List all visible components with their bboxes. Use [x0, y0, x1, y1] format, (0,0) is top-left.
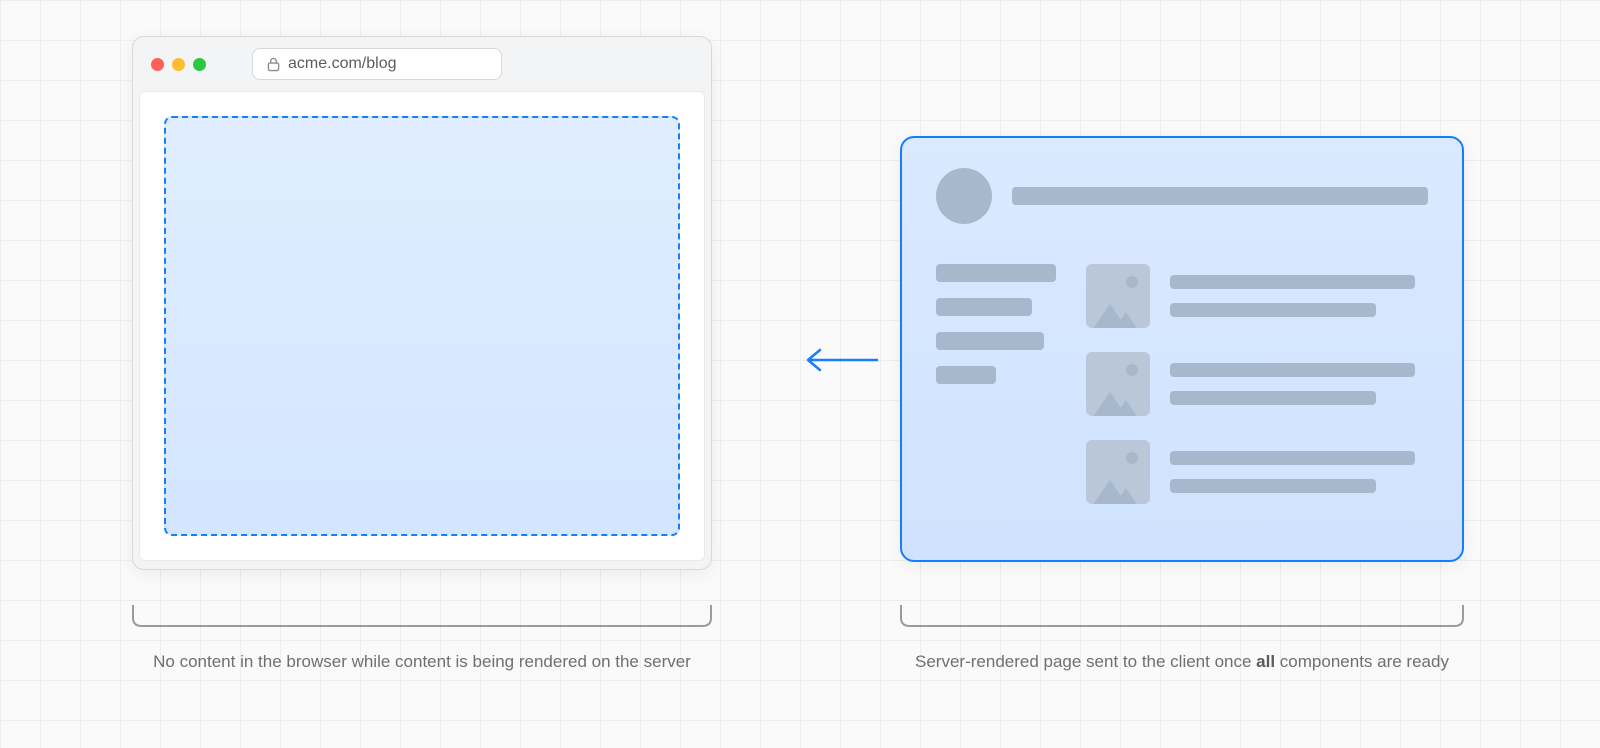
caption-right-bold: all [1256, 652, 1275, 671]
list-item-skeleton [1086, 264, 1428, 328]
sidebar-skeleton [936, 264, 1056, 504]
traffic-light-minimize-icon [172, 58, 185, 71]
bracket-icon [900, 604, 1464, 628]
loading-placeholder [164, 116, 680, 536]
image-skeleton-icon [1086, 352, 1150, 416]
text-line-skeleton [1170, 303, 1376, 317]
title-skeleton [1012, 187, 1428, 205]
address-bar-url: acme.com/blog [288, 55, 397, 73]
browser-window: acme.com/blog [132, 36, 712, 570]
arrow-left-icon [800, 340, 880, 380]
traffic-lights [151, 58, 206, 71]
text-line-skeleton [1170, 363, 1415, 377]
sidebar-line-skeleton [936, 264, 1056, 282]
content-list-skeleton [1086, 264, 1428, 504]
caption-right-post: components are ready [1275, 652, 1449, 671]
caption-right: Server-rendered page sent to the client … [900, 650, 1464, 675]
bracket-icon [132, 604, 712, 628]
browser-viewport [139, 91, 705, 561]
list-item-skeleton [1086, 440, 1428, 504]
caption-left: No content in the browser while content … [132, 650, 712, 675]
caption-left-group: No content in the browser while content … [132, 604, 712, 674]
address-bar: acme.com/blog [252, 48, 502, 80]
caption-right-pre: Server-rendered page sent to the client … [915, 652, 1256, 671]
server-rendered-page [900, 136, 1464, 562]
sidebar-line-skeleton [936, 366, 996, 384]
text-line-skeleton [1170, 451, 1415, 465]
list-item-skeleton [1086, 352, 1428, 416]
image-skeleton-icon [1086, 264, 1150, 328]
traffic-light-close-icon [151, 58, 164, 71]
avatar-skeleton [936, 168, 992, 224]
caption-right-group: Server-rendered page sent to the client … [900, 604, 1464, 674]
text-line-skeleton [1170, 479, 1376, 493]
sidebar-line-skeleton [936, 332, 1044, 350]
page-header-skeleton [936, 168, 1428, 224]
lock-icon [267, 57, 280, 72]
text-line-skeleton [1170, 391, 1376, 405]
image-skeleton-icon [1086, 440, 1150, 504]
sidebar-line-skeleton [936, 298, 1032, 316]
page-body-skeleton [936, 264, 1428, 504]
browser-toolbar: acme.com/blog [133, 37, 711, 91]
text-line-skeleton [1170, 275, 1415, 289]
traffic-light-zoom-icon [193, 58, 206, 71]
